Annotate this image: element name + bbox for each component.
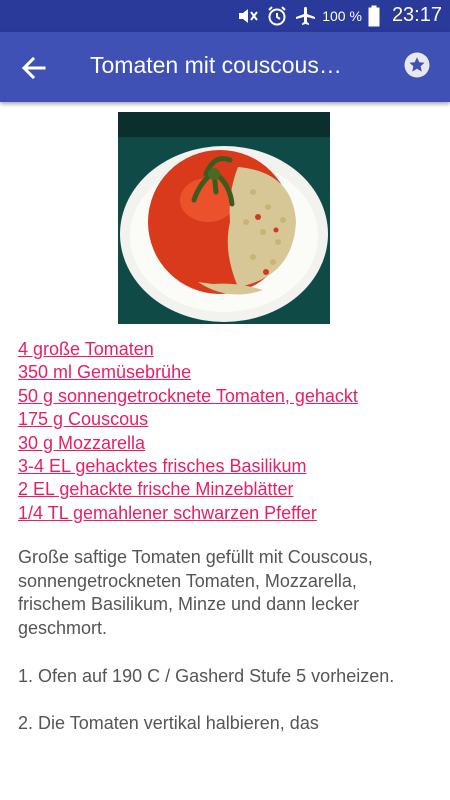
ingredient-link[interactable]: 50 g sonnengetrocknete Tomaten, gehackt bbox=[18, 385, 438, 408]
ingredient-link[interactable]: 30 g Mozzarella bbox=[18, 432, 438, 455]
content-fade bbox=[0, 735, 450, 800]
app-bar: Tomaten mit couscous… bbox=[0, 32, 450, 102]
star-icon[interactable] bbox=[404, 52, 430, 78]
ingredient-link[interactable]: 4 große Tomaten bbox=[18, 338, 438, 361]
airplane-icon bbox=[296, 6, 316, 25]
arrow-left-icon[interactable] bbox=[18, 52, 50, 84]
recipe-photo bbox=[118, 112, 330, 324]
ingredient-link[interactable]: 350 ml Gemüsebrühe bbox=[18, 361, 438, 384]
description-line: Große saftige Tomaten gefüllt mit Cousco… bbox=[18, 547, 373, 567]
mute-icon bbox=[239, 8, 259, 23]
ingredient-link[interactable]: 1/4 TL gemahlener schwarzen Pfeffer bbox=[18, 502, 438, 525]
description-line: sonnengetrockneten Tomaten, Mozzarella, bbox=[18, 570, 357, 591]
description-line: geschmort. bbox=[18, 617, 108, 638]
description-line: frischem Basilikum, Minze und dann lecke… bbox=[18, 594, 360, 614]
step-text: 1. Ofen auf 190 C / Gasherd Stufe 5 vorh… bbox=[18, 666, 395, 686]
ingredient-link[interactable]: 175 g Couscous bbox=[18, 408, 438, 431]
ingredient-list: 4 große Tomaten 350 ml Gemüsebrühe 50 g … bbox=[18, 338, 438, 525]
battery-icon bbox=[368, 5, 380, 26]
status-bar: 100 % 23:17 bbox=[0, 0, 450, 32]
step-text: 2. Die Tomaten vertikal halbieren, das bbox=[18, 712, 319, 733]
ingredient-link[interactable]: 2 EL gehackte frische Minzeblätter bbox=[18, 478, 438, 501]
recipe-description: Große saftige Tomaten gefüllt mit Cousco… bbox=[18, 546, 438, 640]
ingredient-link[interactable]: 3-4 EL gehacktes frisches Basilikum bbox=[18, 455, 438, 478]
page-title: Tomaten mit couscous… bbox=[90, 52, 342, 78]
clock: 23:17 bbox=[391, 4, 442, 26]
battery-percent: 100 % bbox=[322, 7, 362, 24]
status-icons: 100 % 23:17 bbox=[236, 4, 442, 27]
alarm-icon bbox=[268, 5, 286, 25]
